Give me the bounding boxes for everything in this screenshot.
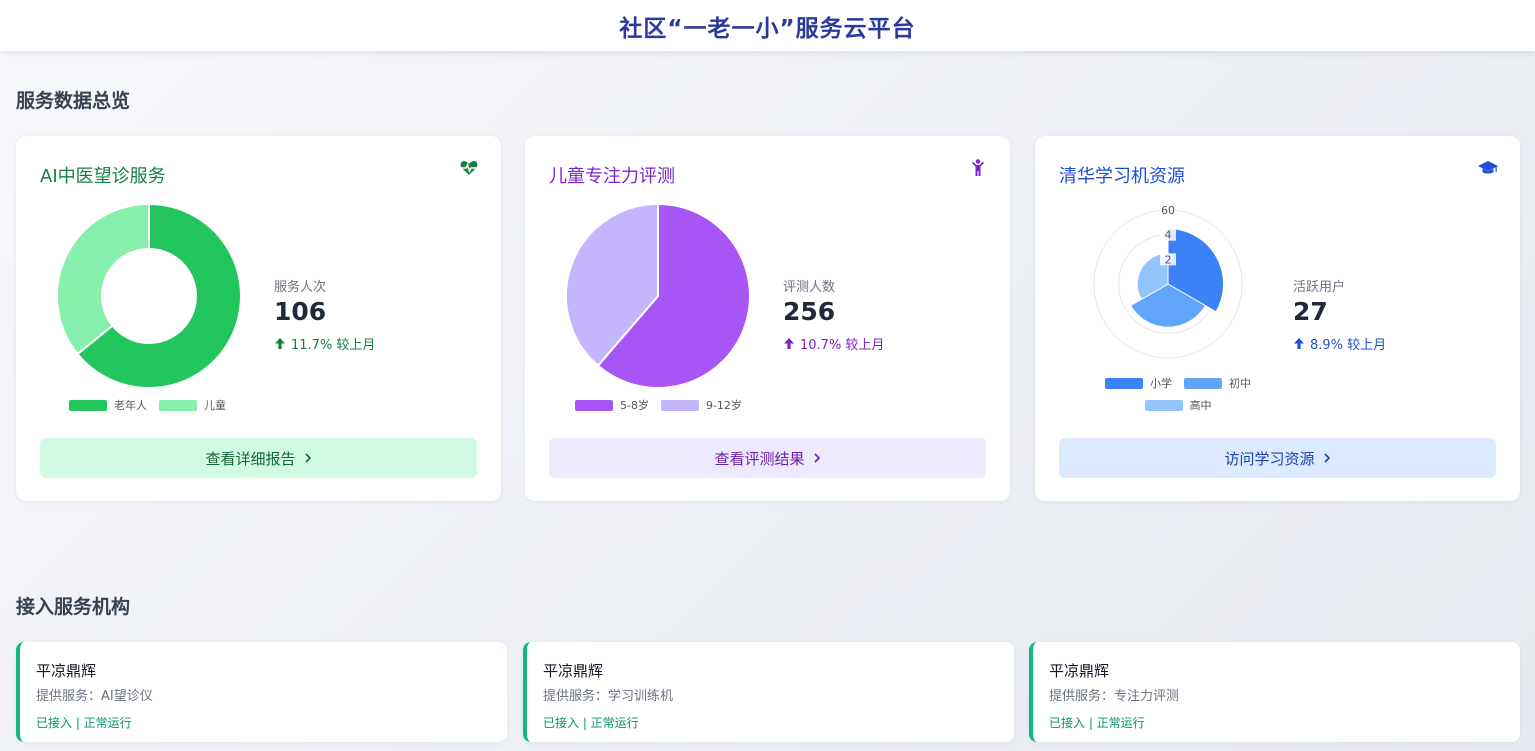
age-pie-chart <box>565 202 751 389</box>
stat-block: 活跃用户 27 8.9% 较上月 <box>1293 276 1386 353</box>
legend-item[interactable]: 小学 <box>1105 372 1172 394</box>
radial-tick-label: 4 <box>1165 229 1172 242</box>
chart-legend: 小学 初中高中 <box>1094 372 1274 416</box>
org-status: 已接入 | 正常运行 <box>36 716 132 730</box>
radial-tick-label: 60 <box>1161 204 1175 217</box>
legend-swatch <box>660 399 699 411</box>
card-learning-resources: 清华学习机资源 60 4 2 活跃用户 27 8.9% 较上月 小学 初中 高中 访问学… <box>1035 136 1520 501</box>
view-results-button[interactable]: 查看评测结果 <box>549 438 986 478</box>
stat-block: 服务人次 106 11.7% 较上月 <box>274 276 375 353</box>
chevron-right-icon <box>1323 453 1330 463</box>
arrow-up-icon <box>784 338 794 349</box>
legend-swatch <box>159 399 197 411</box>
legend-swatch <box>1184 377 1222 389</box>
legend-swatch <box>575 399 613 411</box>
chevron-right-icon <box>304 453 311 463</box>
legend-label: 高中 <box>1189 399 1212 412</box>
stat-value: 256 <box>783 297 836 326</box>
org-card[interactable]: 平凉鼎辉 提供服务：AI望诊仪 已接入 | 正常运行 <box>16 642 507 742</box>
button-label: 查看详细报告 <box>205 449 296 468</box>
legend-label: 老年人 <box>114 399 147 412</box>
service-donut-chart <box>56 202 242 389</box>
radial-tick-label: 2 <box>1165 253 1172 266</box>
stat-change: 10.7% 较上月 <box>783 334 884 353</box>
chevron-right-icon <box>813 453 820 463</box>
legend-label: 9-12岁 <box>705 399 742 412</box>
arrow-up-icon <box>275 338 285 349</box>
stat-change: 8.9% 较上月 <box>1293 334 1386 353</box>
stat-change-text: 11.7% 较上月 <box>291 338 376 353</box>
legend-item[interactable]: 儿童 <box>159 394 226 416</box>
legend-item[interactable]: 5-8岁 <box>575 394 649 416</box>
stat-change: 11.7% 较上月 <box>274 334 375 353</box>
legend-item[interactable]: 高中 <box>1144 394 1212 416</box>
stat-label: 活跃用户 <box>1293 280 1346 295</box>
overview-title: 服务数据总览 <box>16 90 131 112</box>
org-card[interactable]: 平凉鼎辉 提供服务：专注力评测 已接入 | 正常运行 <box>1029 642 1520 742</box>
org-status: 已接入 | 正常运行 <box>543 716 639 730</box>
stat-label: 评测人数 <box>783 280 836 295</box>
app-title: 社区“一老一小”服务云平台 <box>619 15 916 42</box>
org-service: 提供服务：学习训练机 <box>543 689 674 704</box>
visit-resources-button[interactable]: 访问学习资源 <box>1059 438 1496 478</box>
button-label: 查看评测结果 <box>714 449 805 468</box>
legend-label: 儿童 <box>204 399 226 412</box>
card-attention-test: 儿童专注力评测 评测人数 256 10.7% 较上月 5-8岁 9-12岁 查看评… <box>525 136 1010 501</box>
pie-slice[interactable] <box>56 202 150 356</box>
org-service: 提供服务：专注力评测 <box>1049 689 1180 704</box>
legend-label: 小学 <box>1150 377 1172 390</box>
stat-change-text: 8.9% 较上月 <box>1310 338 1387 353</box>
stat-value: 27 <box>1293 297 1328 326</box>
org-name: 平凉鼎辉 <box>543 662 604 680</box>
view-report-button[interactable]: 查看详细报告 <box>40 438 477 478</box>
legend-swatch <box>1144 399 1183 411</box>
legend-item[interactable]: 老年人 <box>69 394 147 416</box>
legend-item[interactable]: 9-12岁 <box>660 394 742 416</box>
chart-legend: 5-8岁 9-12岁 <box>575 394 754 416</box>
chart-legend: 老年人 儿童 <box>69 394 238 416</box>
stat-label: 服务人次 <box>274 280 327 295</box>
app-header: 社区“一老一小”服务云平台 <box>0 0 1535 51</box>
legend-item[interactable]: 初中 <box>1184 372 1251 394</box>
stat-change-text: 10.7% 较上月 <box>800 338 885 353</box>
org-card[interactable]: 平凉鼎辉 提供服务：学习训练机 已接入 | 正常运行 <box>523 642 1014 742</box>
arrow-up-icon <box>1294 338 1304 349</box>
legend-swatch <box>69 399 107 411</box>
stat-value: 106 <box>274 297 327 326</box>
button-label: 访问学习资源 <box>1224 449 1315 468</box>
organizations-title: 接入服务机构 <box>16 596 131 618</box>
org-name: 平凉鼎辉 <box>1049 662 1110 680</box>
card-tcm-service: AI中医望诊服务 服务人次 106 11.7% 较上月 老年人 儿童 查看详细报告 <box>16 136 501 501</box>
org-service: 提供服务：AI望诊仪 <box>36 689 153 704</box>
legend-swatch <box>1105 377 1143 389</box>
org-name: 平凉鼎辉 <box>36 662 97 680</box>
stat-block: 评测人数 256 10.7% 较上月 <box>783 276 884 353</box>
legend-label: 初中 <box>1229 377 1251 390</box>
org-status: 已接入 | 正常运行 <box>1049 716 1145 730</box>
legend-label: 5-8岁 <box>620 399 649 412</box>
